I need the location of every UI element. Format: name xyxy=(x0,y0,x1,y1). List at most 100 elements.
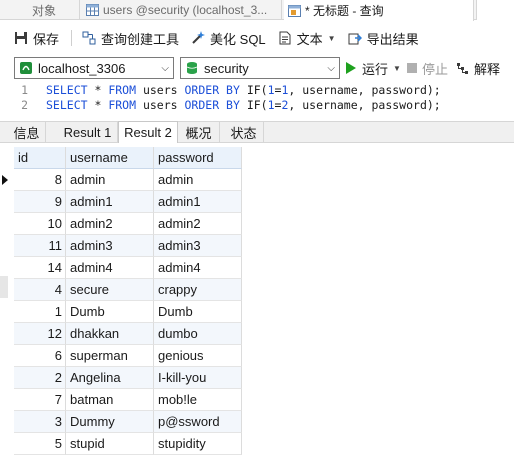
database-select[interactable]: security ⌵ xyxy=(180,57,340,79)
row-gutter[interactable] xyxy=(0,389,14,411)
cell-password[interactable]: dumbo xyxy=(154,323,242,345)
table-row[interactable]: 5 stupid stupidity xyxy=(0,433,514,455)
cell-id[interactable]: 8 xyxy=(14,169,66,191)
cell-username[interactable]: Angelina xyxy=(66,367,154,389)
cell-username[interactable]: secure xyxy=(66,279,154,301)
row-gutter[interactable] xyxy=(0,367,14,389)
cell-password[interactable]: I-kill-you xyxy=(154,367,242,389)
table-row[interactable]: 3 Dummy p@ssword xyxy=(0,411,514,433)
sql-keyword: SELECT xyxy=(46,83,88,97)
database-value: security xyxy=(204,60,249,76)
table-row[interactable]: 2 Angelina I-kill-you xyxy=(0,367,514,389)
row-gutter[interactable] xyxy=(0,411,14,433)
cell-id[interactable]: 10 xyxy=(14,213,66,235)
cell-username[interactable]: batman xyxy=(66,389,154,411)
cell-id[interactable]: 14 xyxy=(14,257,66,279)
cell-username[interactable]: admin xyxy=(66,169,154,191)
cell-id[interactable]: 7 xyxy=(14,389,66,411)
cell-password[interactable]: stupidity xyxy=(154,433,242,455)
tab-result-2[interactable]: Result 2 xyxy=(118,121,178,143)
table-row[interactable]: 8 admin admin xyxy=(0,169,514,191)
stop-button[interactable]: 停止 xyxy=(406,59,448,78)
table-row[interactable]: 1 Dumb Dumb xyxy=(0,301,514,323)
table-row[interactable]: 7 batman mob!le xyxy=(0,389,514,411)
cell-username[interactable]: admin3 xyxy=(66,235,154,257)
column-header-id[interactable]: id xyxy=(14,147,66,169)
cell-username[interactable]: stupid xyxy=(66,433,154,455)
export-results-button[interactable]: 导出结果 xyxy=(348,29,419,48)
cell-id[interactable]: 1 xyxy=(14,301,66,323)
row-gutter[interactable] xyxy=(0,345,14,367)
cell-id[interactable]: 4 xyxy=(14,279,66,301)
tab-query[interactable]: * 无标题 - 查询 xyxy=(284,0,474,21)
database-icon xyxy=(186,62,198,74)
cell-password[interactable]: admin2 xyxy=(154,213,242,235)
cell-id[interactable]: 6 xyxy=(14,345,66,367)
table-row[interactable]: 4 secure crappy xyxy=(0,279,514,301)
cell-username[interactable]: superman xyxy=(66,345,154,367)
tab-users-table[interactable]: users @security (localhost_3... xyxy=(82,0,282,20)
query-icon xyxy=(288,4,301,17)
table-row[interactable]: 10 admin2 admin2 xyxy=(0,213,514,235)
cell-password[interactable]: genious xyxy=(154,345,242,367)
row-gutter[interactable] xyxy=(0,279,14,301)
cell-password[interactable]: admin4 xyxy=(154,257,242,279)
cell-username[interactable]: admin2 xyxy=(66,213,154,235)
sql-text: IF( xyxy=(239,98,268,112)
table-row[interactable]: 14 admin4 admin4 xyxy=(0,257,514,279)
cell-username[interactable]: dhakkan xyxy=(66,323,154,345)
grid-body: 8 admin admin 9 admin1 admin1 10 admin2 admin2 11… xyxy=(0,169,514,455)
row-gutter[interactable] xyxy=(0,169,14,191)
cell-id[interactable]: 2 xyxy=(14,367,66,389)
row-gutter[interactable] xyxy=(0,433,14,455)
row-gutter[interactable] xyxy=(0,323,14,345)
row-gutter[interactable] xyxy=(0,213,14,235)
column-header-password[interactable]: password xyxy=(154,147,242,169)
sql-editor[interactable]: 1 SELECT * FROM users ORDER BY IF(1 = 1, u… xyxy=(0,83,514,117)
query-builder-icon xyxy=(82,31,96,45)
tab-profile[interactable]: 概况 xyxy=(178,122,220,142)
table-row[interactable]: 12 dhakkan dumbo xyxy=(0,323,514,345)
cell-password[interactable]: mob!le xyxy=(154,389,242,411)
row-gutter[interactable] xyxy=(0,301,14,323)
cell-password[interactable]: admin xyxy=(154,169,242,191)
query-builder-button[interactable]: 查询创建工具 xyxy=(82,29,179,48)
table-row[interactable]: 9 admin1 admin1 xyxy=(0,191,514,213)
save-label: 保存 xyxy=(33,31,60,47)
cell-username[interactable]: Dummy xyxy=(66,411,154,433)
cell-password[interactable]: p@ssword xyxy=(154,411,242,433)
beautify-sql-button[interactable]: 美化 SQL xyxy=(191,29,266,48)
column-header-username[interactable]: username xyxy=(66,147,154,169)
cell-password[interactable]: Dumb xyxy=(154,301,242,323)
sql-text: users xyxy=(136,83,185,97)
row-gutter[interactable] xyxy=(0,235,14,257)
row-gutter[interactable] xyxy=(0,191,14,213)
explain-icon xyxy=(456,63,468,74)
chevron-down-icon: ⌵ xyxy=(161,62,169,74)
cell-username[interactable]: Dumb xyxy=(66,301,154,323)
cell-id[interactable]: 3 xyxy=(14,411,66,433)
tab-info[interactable]: 信息 xyxy=(8,122,46,142)
cell-password[interactable]: admin1 xyxy=(154,191,242,213)
cell-username[interactable]: admin4 xyxy=(66,257,154,279)
sql-text: * xyxy=(87,83,109,97)
cell-password[interactable]: admin3 xyxy=(154,235,242,257)
cell-id[interactable]: 9 xyxy=(14,191,66,213)
cell-password[interactable]: crappy xyxy=(154,279,242,301)
text-button[interactable]: 文本 ▼ xyxy=(278,29,336,48)
row-gutter[interactable] xyxy=(0,257,14,279)
table-row[interactable]: 11 admin3 admin3 xyxy=(0,235,514,257)
tab-objects[interactable]: 对象 xyxy=(0,0,80,20)
cell-id[interactable]: 5 xyxy=(14,433,66,455)
run-button[interactable]: 运行 ▼ xyxy=(346,59,401,78)
tab-status[interactable]: 状态 xyxy=(224,122,264,142)
connection-value: localhost_3306 xyxy=(38,60,126,76)
connection-select[interactable]: localhost_3306 ⌵ xyxy=(14,57,174,79)
cell-id[interactable]: 12 xyxy=(14,323,66,345)
table-row[interactable]: 6 superman genious xyxy=(0,345,514,367)
cell-username[interactable]: admin1 xyxy=(66,191,154,213)
cell-id[interactable]: 11 xyxy=(14,235,66,257)
save-button[interactable]: 保存 xyxy=(14,29,59,48)
explain-button[interactable]: 解释 xyxy=(456,59,500,78)
tab-result-1[interactable]: Result 1 xyxy=(58,122,118,142)
